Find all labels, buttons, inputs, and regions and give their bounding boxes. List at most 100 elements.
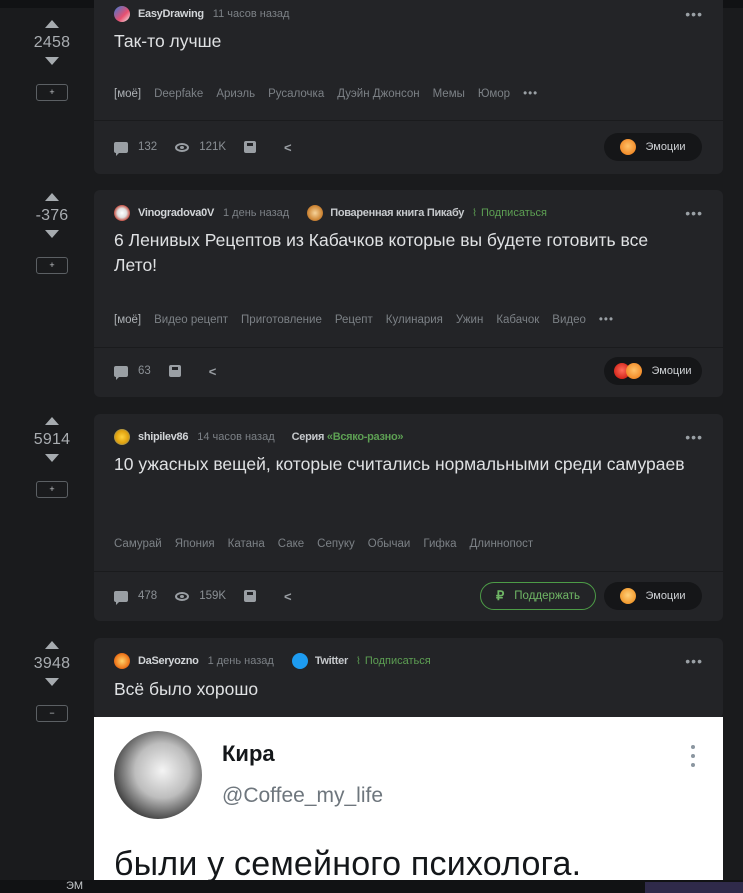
author-avatar[interactable] <box>114 6 130 22</box>
downvote-icon[interactable] <box>45 678 59 686</box>
save-icon <box>168 365 181 377</box>
community-avatar <box>307 205 324 221</box>
comments-count: 63 <box>138 365 151 377</box>
post-title[interactable]: 10 ужасных вещей, которые считались норм… <box>114 452 693 477</box>
subscribe-button[interactable]: ⌇ Подписаться <box>472 207 547 219</box>
support-button[interactable]: ₽ Поддержать <box>480 582 596 610</box>
comments-button[interactable]: 132 <box>114 141 157 156</box>
tag[interactable]: [моё] <box>114 88 141 100</box>
post-card-4: DaSeryozno 1 день назад Twitter ⌇ Подписа… <box>94 638 723 718</box>
upvote-icon[interactable] <box>45 641 59 649</box>
author-avatar[interactable] <box>114 429 130 445</box>
series-name: «Всяко-разно» <box>326 431 404 443</box>
share-button[interactable]: < <box>284 140 302 155</box>
tag[interactable]: [моё] <box>114 314 141 326</box>
tag[interactable]: Юмор <box>478 88 510 100</box>
more-tags-icon[interactable]: ••• <box>523 88 538 100</box>
author-name[interactable]: DaSeryozno <box>138 655 199 667</box>
author-avatar[interactable] <box>114 205 130 221</box>
vote-column-3: 5914 + <box>22 417 82 498</box>
tag[interactable]: Сепуку <box>317 538 355 550</box>
post-card-1: EasyDrawing 11 часов назад ••• Так-то лу… <box>94 0 723 174</box>
upvote-icon[interactable] <box>45 20 59 28</box>
laugh-emotion-icon <box>626 363 643 379</box>
tag[interactable]: Кабачок <box>496 314 539 326</box>
tag[interactable]: Саке <box>278 538 304 550</box>
rating: -376 <box>35 207 69 224</box>
downvote-icon[interactable] <box>45 57 59 65</box>
share-icon: < <box>208 363 217 379</box>
tag[interactable]: Рецепт <box>335 314 373 326</box>
subscribe-button[interactable]: ⌇ Подписаться <box>356 655 431 667</box>
comment-icon <box>114 590 128 605</box>
author-name[interactable]: shipilev86 <box>138 431 189 443</box>
divider <box>94 347 723 348</box>
community-link[interactable]: Поваренная книга Пикабу <box>307 205 464 221</box>
tag[interactable]: Мемы <box>433 88 465 100</box>
save-post-button[interactable]: + <box>36 84 68 101</box>
more-dots-icon[interactable]: ••• <box>685 653 703 669</box>
rss-icon: ⌇ <box>472 207 478 219</box>
more-tags-icon[interactable]: ••• <box>599 314 614 326</box>
post-tags: [моё] Deepfake Ариэль Русалочка Дуэйн Дж… <box>114 88 703 100</box>
tweet-image[interactable]: Кира @Coffee_my_life были у семейного пс… <box>94 717 723 893</box>
author-avatar[interactable] <box>114 653 130 669</box>
ruble-icon: ₽ <box>496 588 505 603</box>
share-button[interactable]: < <box>284 589 302 604</box>
post-time: 11 часов назад <box>212 8 290 20</box>
comment-icon <box>114 365 128 380</box>
tag[interactable]: Обычаи <box>368 538 411 550</box>
post-title[interactable]: Всё было хорошо <box>114 677 693 702</box>
tweet-author-photo <box>114 731 202 819</box>
upvote-icon[interactable] <box>45 193 59 201</box>
post-header: shipilev86 14 часов назад Серия «Всяко-р… <box>114 429 703 445</box>
more-dots-icon[interactable]: ••• <box>685 205 703 221</box>
tag[interactable]: Русалочка <box>268 88 324 100</box>
post-title[interactable]: 6 Ленивых Рецептов из Кабачков которые в… <box>114 228 693 278</box>
share-icon: < <box>284 588 292 604</box>
tag[interactable]: Кулинария <box>386 314 443 326</box>
save-button[interactable] <box>244 590 266 602</box>
tag[interactable]: Гифка <box>423 538 456 550</box>
community-link[interactable]: Twitter <box>291 653 348 669</box>
share-button[interactable]: < <box>209 364 227 379</box>
more-dots-icon[interactable]: ••• <box>685 6 703 22</box>
comments-button[interactable]: 63 <box>114 365 151 380</box>
author-name[interactable]: Vinogradova0V <box>138 207 214 219</box>
tag[interactable]: Длиннопост <box>470 538 534 550</box>
upvote-icon[interactable] <box>45 417 59 425</box>
emotions-button[interactable]: Эмоции <box>604 357 702 385</box>
unsave-post-button[interactable]: − <box>36 705 68 722</box>
tag[interactable]: Катана <box>228 538 265 550</box>
save-post-button[interactable]: + <box>36 481 68 498</box>
tag[interactable]: Видео рецепт <box>154 314 228 326</box>
tweet-author-handle: @Coffee_my_life <box>222 784 384 807</box>
vote-column-2: -376 + <box>22 193 82 274</box>
author-name[interactable]: EasyDrawing <box>138 8 204 20</box>
save-button[interactable] <box>244 141 266 153</box>
downvote-icon[interactable] <box>45 230 59 238</box>
more-dots-icon[interactable]: ••• <box>685 429 703 445</box>
series-link[interactable]: Серия «Всяко-разно» <box>292 431 404 443</box>
downvote-icon[interactable] <box>45 454 59 462</box>
post-time: 1 день назад <box>222 207 290 219</box>
tag[interactable]: Deepfake <box>154 88 203 100</box>
tag[interactable]: Видео <box>552 314 586 326</box>
tag[interactable]: Ужин <box>456 314 483 326</box>
next-post-fragment: ЭМ <box>0 880 743 893</box>
emotions-button[interactable]: Эмоции <box>604 582 702 610</box>
series-prefix: Серия <box>291 431 325 443</box>
save-post-button[interactable]: + <box>36 257 68 274</box>
comments-button[interactable]: 478 <box>114 590 157 605</box>
eye-icon <box>175 591 190 601</box>
tag[interactable]: Япония <box>175 538 215 550</box>
emotions-button[interactable]: Эмоции <box>604 133 702 161</box>
tag[interactable]: Самурай <box>114 538 162 550</box>
purple-banner-fragment <box>645 882 743 893</box>
tag[interactable]: Приготовление <box>241 314 322 326</box>
tag[interactable]: Дуэйн Джонсон <box>337 88 419 100</box>
save-button[interactable] <box>168 365 191 377</box>
post-title[interactable]: Так-то лучше <box>114 29 693 54</box>
tag[interactable]: Ариэль <box>216 88 255 100</box>
rating: 3948 <box>33 655 71 672</box>
